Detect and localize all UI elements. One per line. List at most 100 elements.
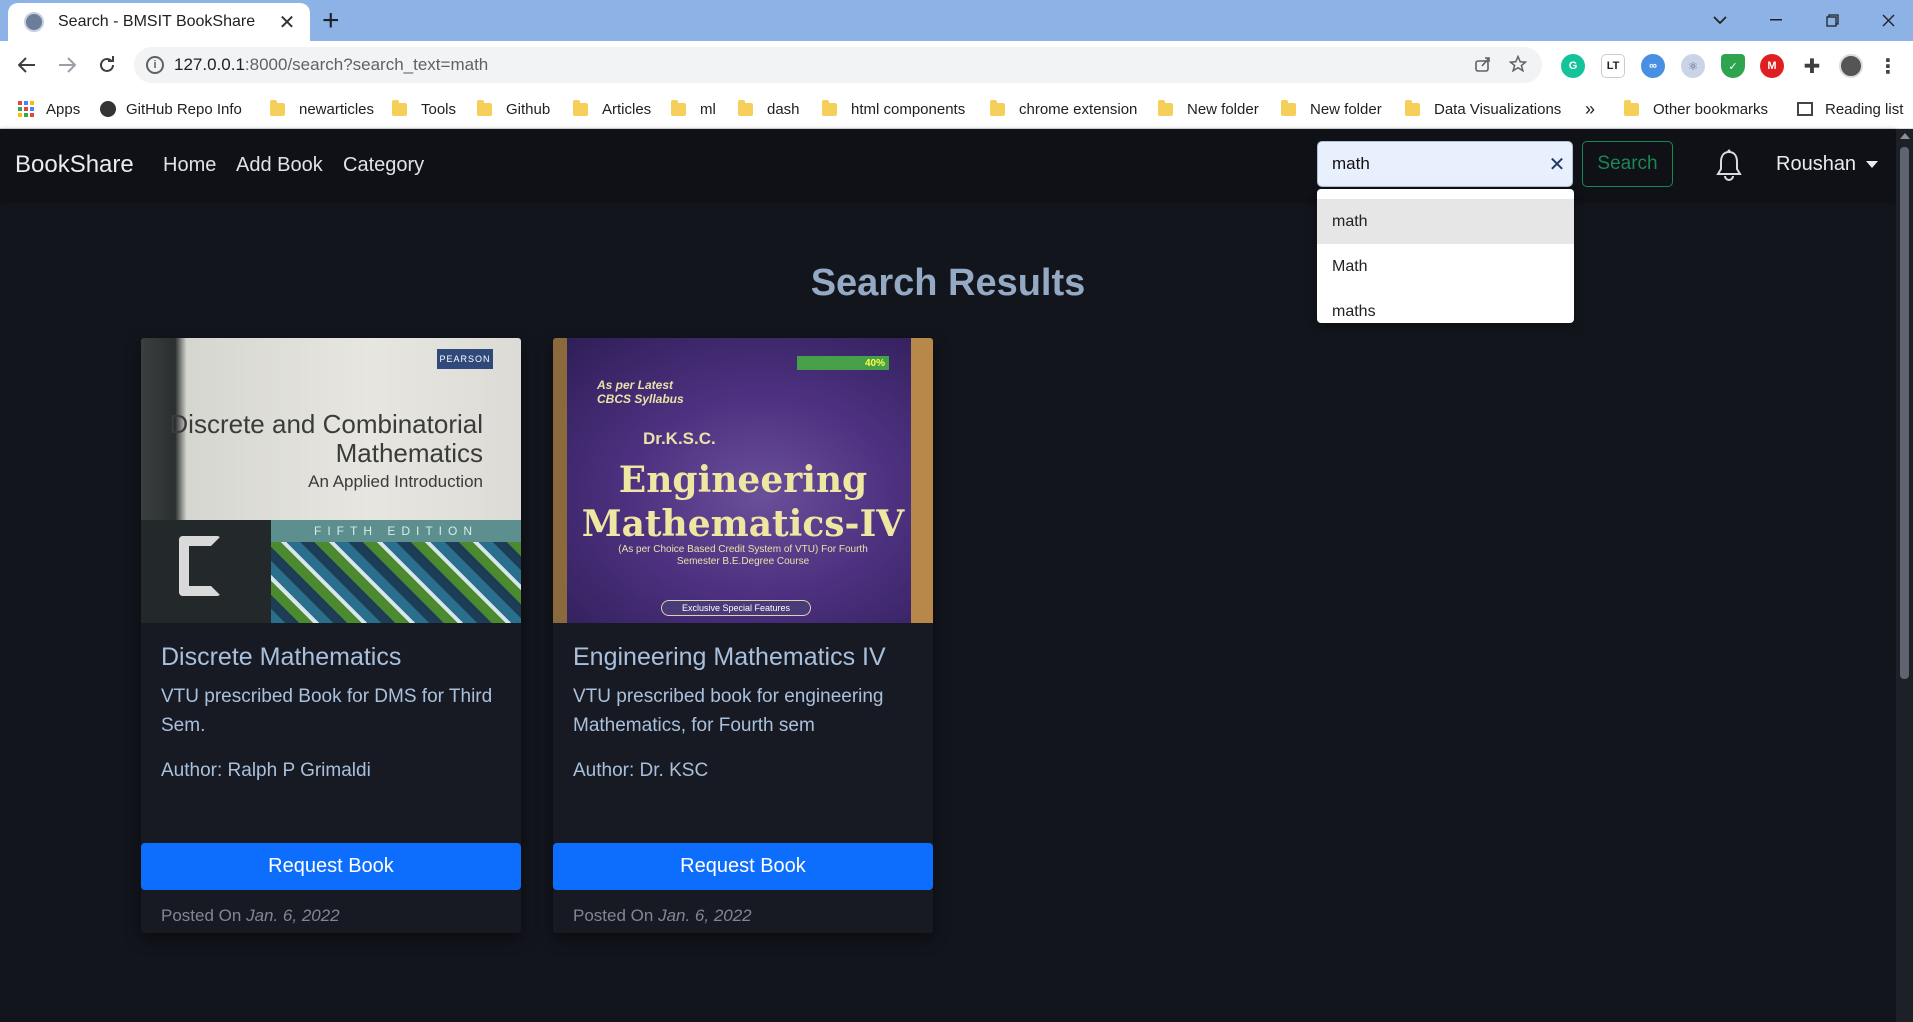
user-menu[interactable]: Roushan [1776, 153, 1879, 176]
profile-avatar[interactable] [1839, 54, 1863, 78]
folder-icon [1281, 99, 1296, 116]
cover-p-logo-icon [179, 536, 221, 596]
book-card: 40% As per Latest CBCS Syllabus Dr.K.S.C… [553, 338, 933, 933]
react-devtools-extension-icon[interactable]: ⚛ [1681, 54, 1705, 78]
tab-search-icon[interactable] [1700, 4, 1740, 36]
bookmark-label: newarticles [299, 100, 375, 118]
browser-tab-strip: Search - BMSIT BookShare ✕ + [0, 0, 1913, 41]
bookmark-folder-dash[interactable]: dash [738, 89, 800, 129]
back-arrow-icon[interactable] [11, 49, 43, 81]
folder-icon [738, 99, 753, 116]
bookmark-folder-data-visualizations[interactable]: Data Visualizations [1405, 89, 1561, 129]
url-text: 127.0.0.1:8000/search?search_text=math [174, 55, 488, 75]
cover-subtitle: (As per Choice Based Credit System of VT… [618, 544, 868, 567]
reading-list[interactable]: Reading list [1797, 89, 1903, 129]
bookmark-star-icon[interactable] [1508, 54, 1528, 79]
brand-logo[interactable]: BookShare [15, 151, 134, 179]
site-favicon-icon [24, 12, 44, 32]
url-path: :8000/search?search_text=math [244, 55, 489, 74]
share-icon[interactable] [1474, 55, 1492, 79]
bookmarks-overflow-button[interactable]: » [1585, 89, 1595, 129]
folder-icon [1405, 99, 1420, 116]
posted-label: Posted On [573, 906, 654, 925]
nav-category[interactable]: Category [343, 154, 424, 177]
minimize-icon[interactable] [1756, 4, 1796, 36]
bookmark-folder-chrome-extension[interactable]: chrome extension [990, 89, 1137, 129]
bookmark-folder-new-folder-2[interactable]: New folder [1281, 89, 1382, 129]
bookmark-folder-html-components[interactable]: html components [822, 89, 965, 129]
chrome-menu-icon[interactable]: ⋮ [1876, 54, 1900, 78]
posted-date: Posted On Jan. 6, 2022 [573, 906, 752, 926]
book-cover-image: PEARSON Discrete and Combinatorial Mathe… [141, 338, 521, 623]
cover-badge: 40% [797, 356, 889, 370]
suggestion-item[interactable]: math [1317, 199, 1574, 244]
book-description: VTU prescribed book for engineering Math… [573, 686, 884, 736]
other-bookmarks-label: Other bookmarks [1653, 100, 1769, 118]
cover-spine [141, 520, 271, 623]
cover-tagline: As per Latest CBCS Syllabus [597, 378, 684, 406]
bookmark-folder-github[interactable]: Github [477, 89, 550, 129]
bookmark-label: Github [506, 100, 551, 118]
scrollbar-thumb[interactable] [1900, 147, 1909, 679]
close-window-icon[interactable] [1868, 4, 1908, 36]
folder-icon [270, 99, 285, 116]
address-bar[interactable]: i 127.0.0.1:8000/search?search_text=math [134, 47, 1542, 83]
browser-tab[interactable]: Search - BMSIT BookShare ✕ [8, 3, 310, 41]
folder-icon [822, 99, 837, 116]
bookmark-label: html components [851, 100, 966, 118]
bookmark-label: New folder [1187, 100, 1259, 118]
page-content: BookShare Home Add Book Category math ✕ … [0, 129, 1913, 1022]
bookmark-folder-new-folder-1[interactable]: New folder [1158, 89, 1259, 129]
bookmark-apps[interactable]: Apps [18, 89, 80, 129]
publisher-logo: PEARSON [437, 349, 493, 369]
site-info-icon[interactable]: i [146, 56, 164, 74]
url-host: 127.0.0.1 [174, 55, 245, 74]
other-bookmarks[interactable]: Other bookmarks [1624, 89, 1768, 129]
tab-close-icon[interactable]: ✕ [276, 10, 298, 35]
search-button[interactable]: Search [1582, 141, 1673, 187]
page-scrollbar[interactable] [1896, 129, 1913, 1022]
bookmark-github-repo-info[interactable]: GitHub Repo Info [100, 89, 242, 129]
bookmark-folder-tools[interactable]: Tools [392, 89, 456, 129]
new-tab-button[interactable]: + [322, 6, 340, 36]
folder-icon [392, 99, 407, 116]
bookmark-folder-newarticles[interactable]: newarticles [270, 89, 374, 129]
browser-toolbar: i 127.0.0.1:8000/search?search_text=math… [0, 41, 1913, 89]
cover-title: Discrete and Combinatorial Mathematics [169, 409, 483, 468]
nav-home[interactable]: Home [163, 154, 216, 177]
cover-feature: Exclusive Special Features [661, 600, 811, 616]
request-book-button[interactable]: Request Book [553, 843, 933, 890]
page-title: Search Results [810, 262, 1086, 304]
book-title: Discrete Mathematics [161, 643, 402, 671]
bookmark-folder-ml[interactable]: ml [671, 89, 716, 129]
shield-extension-icon[interactable]: ✓ [1721, 54, 1745, 78]
bookmark-label: New folder [1310, 100, 1382, 118]
clear-search-icon[interactable]: ✕ [1542, 152, 1572, 177]
book-author: Author: Dr. KSC [573, 760, 709, 781]
reading-list-icon [1797, 102, 1813, 116]
book-description: VTU prescribed Book for DMS for Third Se… [161, 686, 493, 736]
folder-icon [990, 99, 1005, 116]
grammarly-extension-icon[interactable]: G [1561, 54, 1585, 78]
reload-icon[interactable] [91, 49, 123, 81]
scroll-up-arrow-icon[interactable] [1900, 133, 1910, 139]
languagetool-extension-icon[interactable]: LT [1601, 54, 1625, 78]
restore-icon[interactable] [1812, 4, 1852, 36]
site-navbar: BookShare Home Add Book Category math ✕ … [0, 129, 1896, 199]
apps-grid-icon [18, 101, 34, 117]
infinity-extension-icon[interactable]: ∞ [1641, 54, 1665, 78]
forward-arrow-icon[interactable] [51, 49, 83, 81]
reading-list-label: Reading list [1825, 100, 1904, 118]
search-input[interactable]: math ✕ [1317, 141, 1573, 187]
notification-bell-icon[interactable] [1714, 149, 1744, 181]
extensions-puzzle-icon[interactable]: ✚ [1800, 54, 1824, 78]
mcafee-extension-icon[interactable]: M [1760, 54, 1784, 78]
nav-add-book[interactable]: Add Book [236, 154, 323, 177]
cover-author: Dr.K.S.C. [643, 429, 716, 448]
folder-icon [573, 99, 588, 116]
tab-title: Search - BMSIT BookShare [58, 13, 256, 30]
search-input-value: math [1332, 154, 1370, 173]
request-book-button[interactable]: Request Book [141, 843, 521, 890]
bookmark-folder-articles[interactable]: Articles [573, 89, 651, 129]
bookmark-label: ml [700, 100, 716, 118]
